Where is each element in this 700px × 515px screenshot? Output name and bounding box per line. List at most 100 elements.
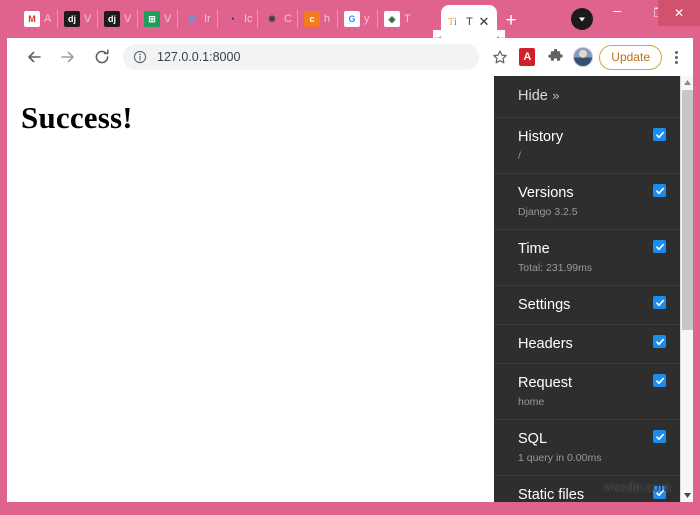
background-tab-title: A — [44, 13, 52, 25]
debug-panel-title: SQL — [518, 431, 548, 447]
debug-panel-subtitle: / — [518, 150, 521, 162]
profile-picture — [573, 47, 594, 67]
background-tab[interactable]: ch — [304, 7, 330, 31]
update-button[interactable]: Update — [599, 44, 662, 70]
window-bottom-edge — [0, 502, 700, 515]
background-tab[interactable]: ◔ Ic — [224, 7, 253, 31]
debug-panel-checkbox[interactable] — [653, 184, 666, 197]
google-sheets-icon: ⊞ — [144, 11, 160, 27]
puzzle-piece-icon[interactable] — [543, 45, 567, 69]
debug-panel-title: Static files — [518, 487, 585, 502]
tab-separator — [97, 10, 98, 28]
background-tab[interactable]: dj V — [104, 7, 131, 31]
tab-separator — [217, 10, 218, 28]
active-tab-title: Ti — [466, 15, 473, 28]
background-tab-title: C — [284, 13, 292, 25]
tab-separator — [57, 10, 58, 28]
google-icon: G — [344, 11, 360, 27]
browser-window: MAdjVdjV⊞V✿Ir◔Ic❋CchGy◈T T i Ti ✕ + – ❐ … — [0, 0, 700, 515]
debug-panel-checkbox[interactable] — [653, 430, 666, 443]
background-tab[interactable]: MA — [24, 7, 51, 31]
background-tab[interactable]: ⊞ V — [144, 7, 171, 31]
close-window-button[interactable]: ✕ — [658, 0, 700, 26]
star-icon[interactable] — [487, 44, 513, 70]
background-tab-title: V — [124, 13, 132, 25]
debug-panel-title: Settings — [518, 297, 571, 313]
debug-panel-list: Hide » History / Versions Django 3.2.5 Time T… — [494, 76, 680, 502]
background-tab-title: V — [164, 13, 172, 25]
active-tab[interactable]: T i Ti ✕ — [433, 5, 505, 38]
debug-panel-row[interactable]: Headers — [494, 325, 680, 364]
debug-panel-checkbox[interactable] — [653, 374, 666, 387]
django-icon: dj — [104, 11, 120, 27]
debug-panel-subtitle: Django 3.2.5 — [518, 206, 578, 218]
new-tab-button[interactable]: + — [500, 9, 522, 31]
kebab-dot — [674, 50, 678, 54]
django-icon: dj — [64, 11, 80, 27]
pdf-extension-icon[interactable]: A — [515, 45, 539, 69]
background-tab[interactable]: dj V — [64, 7, 91, 31]
gmail-icon: M — [24, 11, 40, 27]
background-tab-title: Ir — [204, 13, 211, 25]
debug-panel-checkbox[interactable] — [653, 240, 666, 253]
info-circle-icon[interactable] — [131, 48, 149, 66]
debug-panel-subtitle: Total: 231.99ms — [518, 262, 593, 274]
page-viewport: Success! Hide » History / Versions Django 3… — [7, 76, 693, 502]
background-tab[interactable]: ✿ Ir — [184, 7, 211, 31]
dark-stripe-icon: ◔ — [229, 14, 235, 24]
tab-separator — [377, 10, 378, 28]
debug-panel-title: Headers — [518, 336, 573, 352]
update-label: Update — [611, 50, 650, 64]
debug-panel-title: Request — [518, 375, 573, 391]
atom-outline-icon: ❋ — [268, 13, 276, 24]
forward-button[interactable] — [53, 42, 83, 72]
avatar[interactable] — [571, 45, 595, 69]
background-tab[interactable]: ◈ T — [384, 7, 411, 31]
debug-panel-title: Time — [518, 241, 550, 257]
django-debug-toolbar: Hide » History / Versions Django 3.2.5 Time T… — [494, 76, 693, 502]
debug-panel-row[interactable]: SQL 1 query in 0.00ms — [494, 420, 680, 476]
address-bar[interactable]: 127.0.0.1:8000 — [123, 44, 480, 70]
debug-panel-row[interactable]: Request home — [494, 364, 680, 420]
tab-strip: MAdjVdjV⊞V✿Ir◔Ic❋CchGy◈T T i Ti ✕ + – ❐ … — [0, 0, 700, 38]
colorful-dots-icon: ✿ — [188, 13, 196, 24]
background-tab-title: Ic — [244, 13, 253, 25]
triangle-up-icon[interactable] — [681, 76, 693, 89]
debug-panel-title: History — [518, 129, 564, 145]
close-tab-icon[interactable]: ✕ — [477, 15, 491, 29]
background-tab[interactable]: ❋ C — [264, 7, 292, 31]
pdf-glyph: A — [519, 48, 536, 66]
debug-toolbar-scrollbar[interactable] — [680, 76, 693, 502]
double-chevron-right-icon: » — [552, 88, 560, 103]
caret-down-icon[interactable] — [571, 8, 593, 30]
background-tab-title: T — [404, 13, 411, 25]
back-button[interactable] — [19, 42, 49, 72]
tab-separator — [137, 10, 138, 28]
url-text: 127.0.0.1:8000 — [157, 50, 241, 64]
triangle-down-icon[interactable] — [681, 489, 693, 502]
background-tab[interactable]: Gy — [344, 7, 370, 31]
kebab-dot — [674, 60, 678, 64]
kebab-menu-icon[interactable] — [665, 50, 687, 64]
debug-panel-row[interactable]: Time Total: 231.99ms — [494, 230, 680, 286]
debug-panel-checkbox[interactable] — [653, 486, 666, 499]
debug-panel-subtitle: 1 query in 0.00ms — [518, 452, 602, 464]
hide-label: Hide — [518, 88, 548, 104]
scrollbar-thumb[interactable] — [682, 90, 693, 330]
debug-hide-row[interactable]: Hide » — [494, 76, 680, 118]
diamond-logo-icon: ◈ — [384, 11, 400, 27]
close-icon: ✕ — [673, 6, 685, 20]
debug-panel-checkbox[interactable] — [653, 128, 666, 141]
debug-panel-checkbox[interactable] — [653, 296, 666, 309]
debug-panel-row[interactable]: Static files — [494, 476, 680, 502]
background-tab-title: y — [364, 13, 370, 25]
debug-panel-row[interactable]: Versions Django 3.2.5 — [494, 174, 680, 230]
kebab-dot — [674, 55, 678, 59]
debug-panel-row[interactable]: History / — [494, 118, 680, 174]
reload-button[interactable] — [87, 42, 117, 72]
minimize-button[interactable]: – — [596, 0, 638, 26]
debug-panel-checkbox[interactable] — [653, 335, 666, 348]
minimize-icon: – — [613, 2, 621, 18]
debug-panel-row[interactable]: Settings — [494, 286, 680, 325]
background-tab-title: h — [324, 13, 331, 25]
